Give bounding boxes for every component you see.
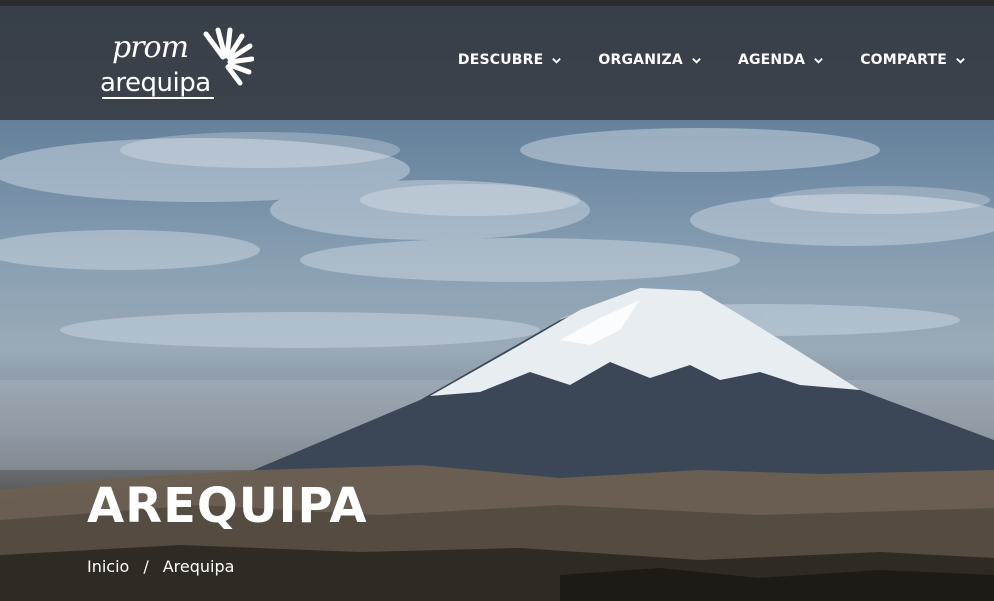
brand-logo[interactable]: prom arequipa <box>100 26 254 106</box>
top-navbar: prom arequipa DESCUBRE ORGANIZA AGENDA C… <box>0 6 994 120</box>
nav-item-label: AGENDA <box>737 52 806 68</box>
chevron-down-icon <box>814 57 824 64</box>
breadcrumb: Inicio / Arequipa <box>87 557 234 576</box>
page-title: AREQUIPA <box>87 478 368 534</box>
nav-item-descubre[interactable]: DESCUBRE <box>458 52 563 68</box>
nav-item-label: COMPARTE <box>860 52 947 68</box>
chevron-down-icon <box>692 57 701 64</box>
nav-item-label: ORGANIZA <box>598 52 683 68</box>
logo-script-text: prom <box>112 30 189 65</box>
sun-rays-icon <box>203 27 254 86</box>
breadcrumb-current: Arequipa <box>162 557 235 576</box>
nav-item-label: DESCUBRE <box>457 52 544 68</box>
nav-item-comparte[interactable]: COMPARTE <box>860 52 966 68</box>
breadcrumb-home-link[interactable]: Inicio <box>87 557 129 576</box>
chevron-down-icon <box>956 57 965 64</box>
main-menu: DESCUBRE ORGANIZA AGENDA COMPARTE <box>458 52 966 68</box>
breadcrumb-separator: / <box>143 557 149 576</box>
nav-item-agenda[interactable]: AGENDA <box>738 52 824 68</box>
clouds <box>0 128 994 348</box>
logo-underline <box>102 97 214 99</box>
nav-item-organiza[interactable]: ORGANIZA <box>598 52 702 68</box>
chevron-down-icon <box>552 57 562 64</box>
